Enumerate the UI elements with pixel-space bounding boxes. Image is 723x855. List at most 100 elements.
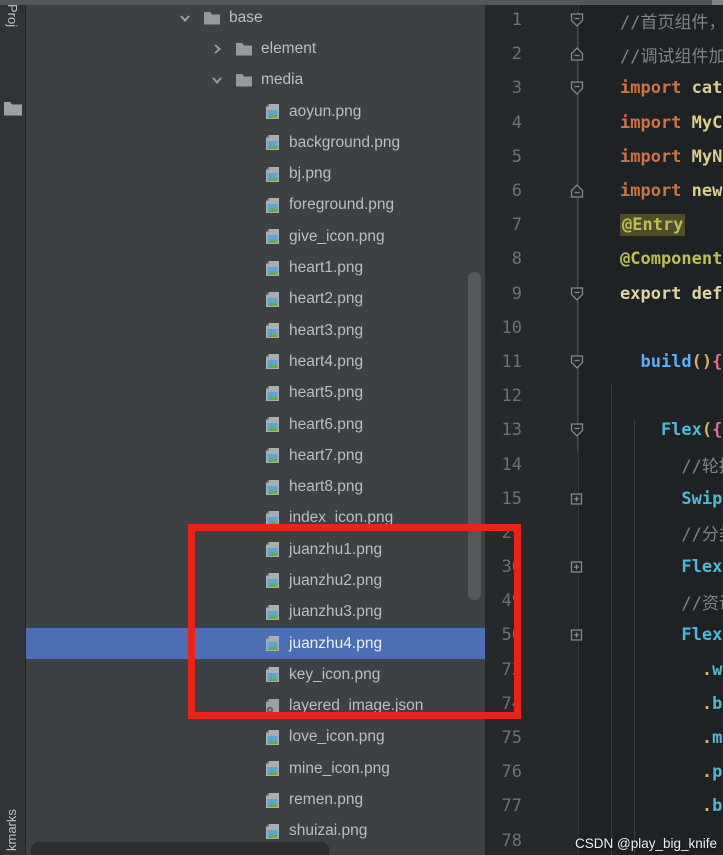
chevron-right-icon[interactable] bbox=[207, 41, 227, 57]
fold-collapse-icon[interactable] bbox=[569, 354, 584, 369]
tree-item-label: key_icon.png bbox=[289, 666, 380, 684]
bookmarks-stripe-tab[interactable]: kmarks bbox=[4, 809, 19, 851]
tree-item[interactable]: heart8.png bbox=[25, 471, 485, 502]
code-text: build(){ bbox=[620, 352, 722, 372]
code-text: Flex({d bbox=[620, 420, 723, 440]
line-number[interactable]: 29 bbox=[489, 523, 522, 543]
line-number[interactable]: 4 bbox=[489, 113, 522, 133]
code-line: 7@Entry bbox=[485, 208, 723, 242]
line-number[interactable]: 75 bbox=[489, 728, 522, 748]
line-number[interactable]: 73 bbox=[489, 660, 522, 680]
tree-item[interactable]: juanzhu1.png bbox=[25, 534, 485, 565]
line-number[interactable]: 6 bbox=[489, 181, 522, 201]
tree-item[interactable]: love_icon.png bbox=[25, 722, 485, 753]
code-line: 75.marg bbox=[485, 721, 723, 755]
line-number[interactable]: 13 bbox=[489, 420, 522, 440]
image-file-icon bbox=[263, 792, 281, 809]
tree-item[interactable]: heart3.png bbox=[25, 315, 485, 346]
code-line: 13 Flex({d bbox=[485, 413, 723, 447]
fold-collapse-icon[interactable] bbox=[569, 286, 584, 301]
image-file-icon bbox=[263, 760, 281, 777]
line-number[interactable]: 10 bbox=[489, 318, 522, 338]
folder-icon[interactable] bbox=[3, 100, 23, 121]
code-editor[interactable]: 1//首页组件，这2//调试组件加@3import cate4import My… bbox=[485, 0, 723, 855]
tree-item[interactable]: foreground.png bbox=[25, 190, 485, 221]
tree-item[interactable]: heart5.png bbox=[25, 378, 485, 409]
tree-item[interactable]: juanzhu2.png bbox=[25, 565, 485, 596]
tree-item-label: bj.png bbox=[289, 165, 331, 183]
tree-item[interactable]: element bbox=[25, 33, 485, 64]
tree-item[interactable]: heart4.png bbox=[25, 346, 485, 377]
line-number[interactable]: 2 bbox=[489, 44, 522, 64]
tree-item-label: mine_icon.png bbox=[289, 760, 390, 778]
tree-item[interactable]: heart7.png bbox=[25, 440, 485, 471]
scrollbar-top-thumb[interactable] bbox=[712, 0, 723, 5]
fold-collapse-icon[interactable] bbox=[569, 81, 584, 96]
image-file-icon bbox=[263, 416, 281, 433]
tree-vertical-scrollbar[interactable] bbox=[468, 272, 481, 600]
project-stripe-tab[interactable]: Proj bbox=[5, 4, 20, 27]
code-line: 12 bbox=[485, 379, 723, 413]
fold-expand-icon[interactable] bbox=[569, 560, 584, 575]
line-number[interactable]: 77 bbox=[489, 796, 522, 816]
line-number[interactable]: 9 bbox=[489, 284, 522, 304]
tree-item[interactable]: remen.png bbox=[25, 784, 485, 815]
tree-item[interactable]: background.png bbox=[25, 127, 485, 158]
line-number[interactable]: 76 bbox=[489, 762, 522, 782]
ide-window: Proj kmarks baseelementmedia aoyun.png bac… bbox=[0, 0, 723, 855]
line-number[interactable]: 7 bbox=[489, 215, 522, 235]
tree-item-label: aoyun.png bbox=[289, 103, 361, 121]
line-number[interactable]: 1 bbox=[489, 10, 522, 30]
tree-item-label: heart7.png bbox=[289, 447, 363, 465]
line-number[interactable]: 78 bbox=[489, 831, 522, 851]
line-number[interactable]: 30 bbox=[489, 557, 522, 577]
image-file-icon bbox=[263, 666, 281, 683]
tree-item[interactable]: bj.png bbox=[25, 158, 485, 189]
tree-item-label: background.png bbox=[289, 134, 400, 152]
tool-window-stripe: Proj kmarks bbox=[0, 0, 26, 855]
tree-item[interactable]: heart2.png bbox=[25, 284, 485, 315]
fold-collapse-icon[interactable] bbox=[569, 13, 584, 28]
line-number[interactable]: 74 bbox=[489, 694, 522, 714]
code-text: import news bbox=[620, 181, 723, 201]
tree-item[interactable]: index_icon.png bbox=[25, 503, 485, 534]
image-file-icon bbox=[263, 479, 281, 496]
tree-item[interactable]: key_icon.png bbox=[25, 659, 485, 690]
line-number[interactable]: 49 bbox=[489, 591, 522, 611]
tree-item[interactable]: layered_image.json bbox=[25, 691, 485, 722]
line-number[interactable]: 3 bbox=[489, 78, 522, 98]
image-file-icon bbox=[263, 197, 281, 214]
code-text: Flex( bbox=[620, 625, 723, 645]
tree-item[interactable]: give_icon.png bbox=[25, 221, 485, 252]
line-number[interactable]: 15 bbox=[489, 489, 522, 509]
project-tree[interactable]: baseelementmedia aoyun.png background.png b… bbox=[25, 0, 485, 855]
tree-item[interactable]: juanzhu4.png bbox=[25, 628, 485, 659]
line-number[interactable]: 8 bbox=[489, 249, 522, 269]
tree-item[interactable]: heart6.png bbox=[25, 409, 485, 440]
code-text: //资讯 bbox=[620, 589, 723, 614]
chevron-down-icon[interactable] bbox=[175, 10, 195, 26]
code-line: 11 build(){ bbox=[485, 345, 723, 379]
tree-item[interactable]: media bbox=[25, 65, 485, 96]
fold-expand-icon[interactable] bbox=[569, 628, 584, 643]
code-line: 15Swipe bbox=[485, 482, 723, 516]
chevron-down-icon[interactable] bbox=[207, 72, 227, 88]
watermark-text: CSDN @play_big_knife bbox=[575, 836, 717, 851]
tree-item[interactable]: juanzhu3.png bbox=[25, 597, 485, 628]
tree-item[interactable]: heart1.png bbox=[25, 252, 485, 283]
fold-collapse-icon[interactable] bbox=[569, 47, 584, 62]
code-line: 76.padd bbox=[485, 755, 723, 789]
project-tree-rows: baseelementmedia aoyun.png background.png b… bbox=[25, 2, 485, 847]
line-number[interactable]: 12 bbox=[489, 386, 522, 406]
tree-item[interactable]: base bbox=[25, 2, 485, 33]
tree-item[interactable]: aoyun.png bbox=[25, 96, 485, 127]
tree-item[interactable]: mine_icon.png bbox=[25, 753, 485, 784]
code-line: 50 Flex( bbox=[485, 618, 723, 652]
line-number[interactable]: 5 bbox=[489, 147, 522, 167]
fold-expand-icon[interactable] bbox=[569, 491, 584, 506]
line-number[interactable]: 11 bbox=[489, 352, 522, 372]
line-number[interactable]: 14 bbox=[489, 455, 522, 475]
line-number[interactable]: 50 bbox=[489, 625, 522, 645]
fold-collapse-icon[interactable] bbox=[569, 423, 584, 438]
fold-collapse-icon[interactable] bbox=[569, 184, 584, 199]
